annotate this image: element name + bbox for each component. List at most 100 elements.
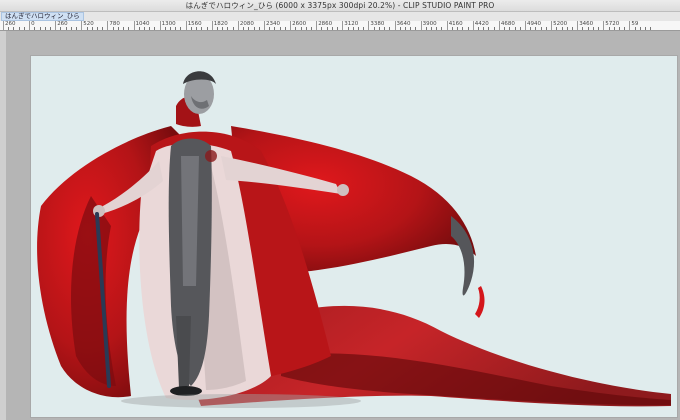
ruler-major-tick: [316, 21, 318, 30]
ruler-minor-tick: [305, 27, 307, 30]
ruler-major-tick: [81, 21, 83, 30]
ruler-minor-tick: [331, 27, 333, 30]
ruler-minor-tick: [441, 27, 443, 30]
cape-right-flare: [475, 286, 485, 318]
ruler-tick-label: 2600: [292, 21, 307, 27]
ruler-tick-label: 5200: [553, 21, 568, 27]
ruler-minor-tick: [431, 27, 433, 30]
ruler-minor-tick: [284, 27, 286, 30]
ruler-major-tick: [133, 21, 135, 30]
ruler-minor-tick: [451, 27, 453, 30]
ruler-minor-tick: [540, 27, 542, 30]
ruler-minor-tick: [65, 27, 67, 30]
ruler-minor-tick: [232, 27, 234, 30]
ruler-minor-tick: [582, 27, 584, 30]
ruler-tick-label: 1300: [161, 21, 176, 27]
ruler-major-tick: [264, 21, 265, 30]
ruler-minor-tick: [60, 27, 62, 30]
ruler-minor-tick: [227, 27, 229, 30]
ruler-minor-tick: [279, 27, 281, 30]
ruler-tick-label: 3380: [370, 21, 385, 27]
ruler-major-tick: [3, 21, 4, 30]
document-tab-strip: はんぎでハロウィン_ひら: [0, 12, 680, 21]
ruler-minor-tick: [86, 27, 88, 30]
ruler-minor-tick: [201, 27, 203, 30]
ruler-minor-tick: [624, 27, 626, 30]
ruler-minor-tick: [457, 27, 459, 30]
ruler-minor-tick: [613, 27, 615, 30]
cape-right-tip: [451, 216, 475, 296]
ruler-tick-label: 3640: [396, 21, 411, 27]
ruler-minor-tick: [373, 27, 375, 30]
ruler-minor-tick: [117, 27, 119, 30]
ruler-minor-tick: [326, 27, 328, 30]
ruler-minor-tick: [561, 27, 563, 30]
ruler-minor-tick: [389, 27, 391, 30]
ruler-minor-tick: [378, 27, 380, 30]
ruler-tick-label: 4160: [448, 21, 463, 27]
ruler-minor-tick: [363, 27, 365, 30]
ruler-minor-tick: [206, 27, 208, 30]
ruler-major-tick: [446, 21, 448, 30]
ruler-major-tick: [603, 21, 605, 30]
ruler-minor-tick: [519, 27, 521, 30]
ruler-major-tick: [237, 21, 239, 30]
ruler-major-tick: [211, 21, 213, 30]
ruler-minor-tick: [571, 27, 573, 30]
ruler-minor-tick: [639, 27, 641, 30]
ruler-tick-label: 2340: [266, 21, 280, 27]
ruler-minor-tick: [13, 27, 15, 30]
ruler-minor-tick: [357, 27, 359, 30]
ruler-major-tick: [159, 21, 161, 30]
ruler-minor-tick: [190, 27, 192, 30]
ruler-minor-tick: [112, 27, 114, 30]
ruler-major-tick: [185, 21, 187, 30]
ruler-major-tick: [107, 21, 109, 30]
ruler-major-tick: [525, 21, 526, 30]
ruler-minor-tick: [217, 27, 219, 30]
ruler-tick-label: 4420: [474, 21, 489, 27]
ruler-major-tick: [498, 21, 500, 30]
right-hand: [337, 184, 349, 196]
ruler-minor-tick: [258, 27, 260, 30]
ruler-tick-label: 3460: [579, 21, 594, 27]
ruler-major-tick: [29, 21, 31, 30]
ruler-major-tick: [420, 21, 422, 30]
canvas-workspace[interactable]: [6, 31, 680, 420]
ruler-major-tick: [55, 21, 57, 30]
ruler-minor-tick: [415, 27, 417, 30]
ruler-tick-label: 2860: [318, 21, 333, 27]
ruler-minor-tick: [138, 27, 140, 30]
ruler-tick-label: 5720: [605, 21, 620, 27]
document-tab[interactable]: はんぎでハロウィン_ひら: [1, 12, 84, 21]
ruler-minor-tick: [462, 27, 464, 30]
ground-shadow: [121, 394, 361, 408]
ruler-minor-tick: [8, 27, 10, 30]
ruler-tick-label: 1040: [135, 21, 150, 27]
ruler-minor-tick: [269, 27, 271, 30]
ruler-minor-tick: [608, 27, 610, 30]
painting-artwork: [37, 71, 671, 408]
ruler-major-tick: [342, 21, 344, 30]
ruler-major-tick: [394, 21, 396, 30]
ruler-minor-tick: [347, 27, 349, 30]
drawing-canvas[interactable]: [30, 55, 678, 418]
ruler-major-tick: [368, 21, 370, 30]
ruler-minor-tick: [530, 27, 532, 30]
ruler-minor-tick: [488, 27, 490, 30]
ruler-minor-tick: [493, 27, 495, 30]
ruler-minor-tick: [483, 27, 485, 30]
ruler-minor-tick: [410, 27, 412, 30]
ruler-major-tick: [472, 21, 474, 30]
ruler-minor-tick: [222, 27, 224, 30]
ruler-minor-tick: [300, 27, 302, 30]
ruler-minor-tick: [18, 27, 20, 30]
ruler-minor-tick: [274, 27, 276, 30]
ruler-minor-tick: [535, 27, 537, 30]
ruler-major-tick: [577, 21, 579, 30]
ruler-minor-tick: [404, 27, 406, 30]
suit-highlight: [181, 156, 199, 286]
ruler-minor-tick: [310, 27, 312, 30]
ruler-major-tick: [551, 21, 553, 30]
ruler-minor-tick: [149, 27, 151, 30]
